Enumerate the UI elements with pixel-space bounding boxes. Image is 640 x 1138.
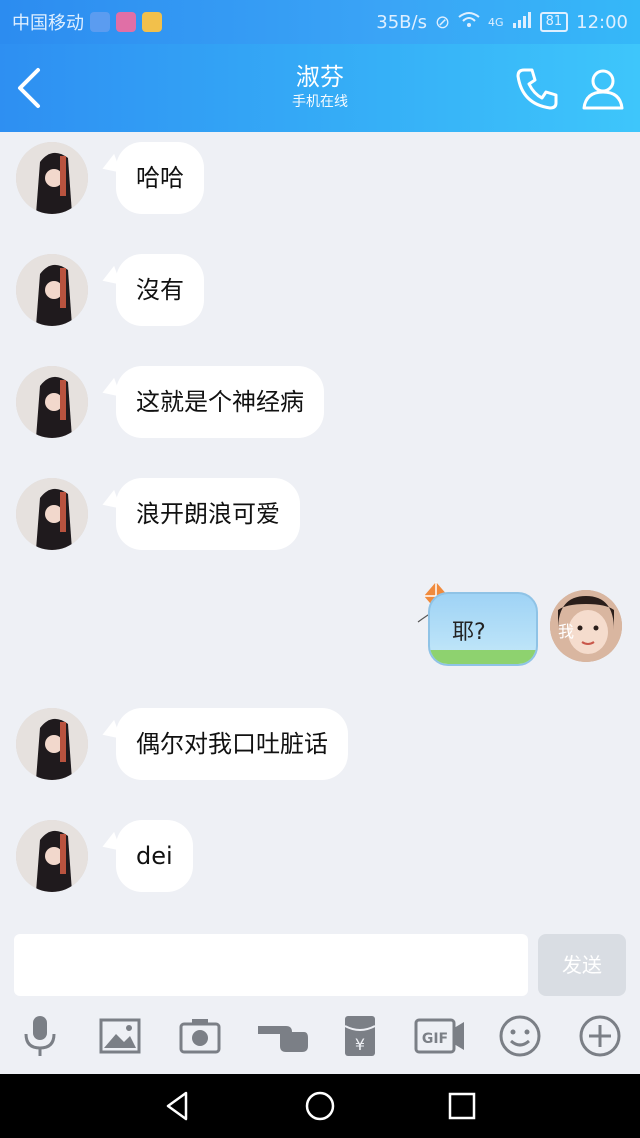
composer: 发送 ¥ GIF xyxy=(0,920,640,1074)
system-nav-bar xyxy=(0,1074,640,1138)
image-icon[interactable] xyxy=(96,1012,144,1060)
red-packet-icon[interactable]: ¥ xyxy=(336,1012,384,1060)
contact-avatar[interactable] xyxy=(16,708,88,780)
my-message-bubble[interactable]: 耶? xyxy=(428,592,538,666)
mute-icon: ⊘ xyxy=(434,11,451,33)
message-item: 偶尔对我口吐脏话 xyxy=(0,708,640,780)
user-icon xyxy=(582,69,624,110)
circle-home-icon xyxy=(305,1091,335,1121)
contact-avatar[interactable] xyxy=(16,142,88,214)
signal-icon xyxy=(512,11,532,34)
square-recents-icon xyxy=(448,1092,476,1120)
chat-header: 淑芬 手机在线 xyxy=(0,44,640,132)
message-bubble[interactable]: 这就是个神经病 xyxy=(116,366,324,438)
svg-text:¥: ¥ xyxy=(355,1035,365,1054)
message-list[interactable]: 哈哈 沒有 这就是个神经病 浪开朗浪可爱 耶? 我 偶尔对我口吐脏话 dei xyxy=(0,132,640,920)
poke-icon[interactable] xyxy=(256,1012,308,1060)
message-item: 沒有 xyxy=(0,254,640,326)
profile-button[interactable] xyxy=(578,64,628,114)
network-speed: 35B/s xyxy=(376,11,427,33)
baidu-app-icon xyxy=(90,12,110,32)
network-type: 4G xyxy=(488,15,504,29)
nav-recents-button[interactable] xyxy=(444,1088,480,1124)
carrier-label: 中国移动 xyxy=(12,13,84,34)
nav-back-button[interactable] xyxy=(160,1088,196,1124)
send-button[interactable]: 发送 xyxy=(538,934,626,996)
message-bubble[interactable]: dei xyxy=(116,820,193,892)
svg-text:GIF: GIF xyxy=(422,1031,448,1047)
message-item: 浪开朗浪可爱 xyxy=(0,478,640,550)
gif-icon[interactable]: GIF xyxy=(414,1012,464,1060)
emoji-icon[interactable] xyxy=(496,1012,544,1060)
weibo-app-icon xyxy=(142,12,162,32)
plus-icon[interactable] xyxy=(576,1012,624,1060)
status-bar: 中国移动 35B/s ⊘ 4G 81 12:00 xyxy=(0,0,640,44)
my-avatar-label: 我 xyxy=(558,622,575,641)
contact-avatar[interactable] xyxy=(16,820,88,892)
contact-avatar[interactable] xyxy=(16,366,88,438)
grass-decoration xyxy=(430,650,536,664)
message-bubble[interactable]: 沒有 xyxy=(116,254,204,326)
composer-toolbar: ¥ GIF xyxy=(0,1012,640,1068)
triangle-back-icon xyxy=(166,1091,188,1121)
time: 12:00 xyxy=(576,11,628,33)
message-bubble[interactable]: 浪开朗浪可爱 xyxy=(116,478,300,550)
my-avatar[interactable]: 我 xyxy=(550,590,622,662)
message-item: 这就是个神经病 xyxy=(0,366,640,438)
message-bubble[interactable]: 偶尔对我口吐脏话 xyxy=(116,708,348,780)
microphone-icon[interactable] xyxy=(16,1012,64,1060)
contact-avatar[interactable] xyxy=(16,478,88,550)
mp-app-icon xyxy=(116,12,136,32)
message-item: 哈哈 xyxy=(0,142,640,214)
message-bubble[interactable]: 哈哈 xyxy=(116,142,204,214)
camera-icon[interactable] xyxy=(176,1012,224,1060)
message-input[interactable] xyxy=(14,934,528,996)
my-message-text: 耶? xyxy=(452,620,486,645)
call-button[interactable] xyxy=(512,64,562,114)
contact-avatar[interactable] xyxy=(16,254,88,326)
nav-home-button[interactable] xyxy=(302,1088,338,1124)
wifi-icon xyxy=(458,11,480,34)
message-item: dei xyxy=(0,820,640,892)
my-message-item: 耶? xyxy=(412,580,544,676)
battery-icon: 81 xyxy=(539,12,569,32)
phone-icon xyxy=(516,68,558,110)
